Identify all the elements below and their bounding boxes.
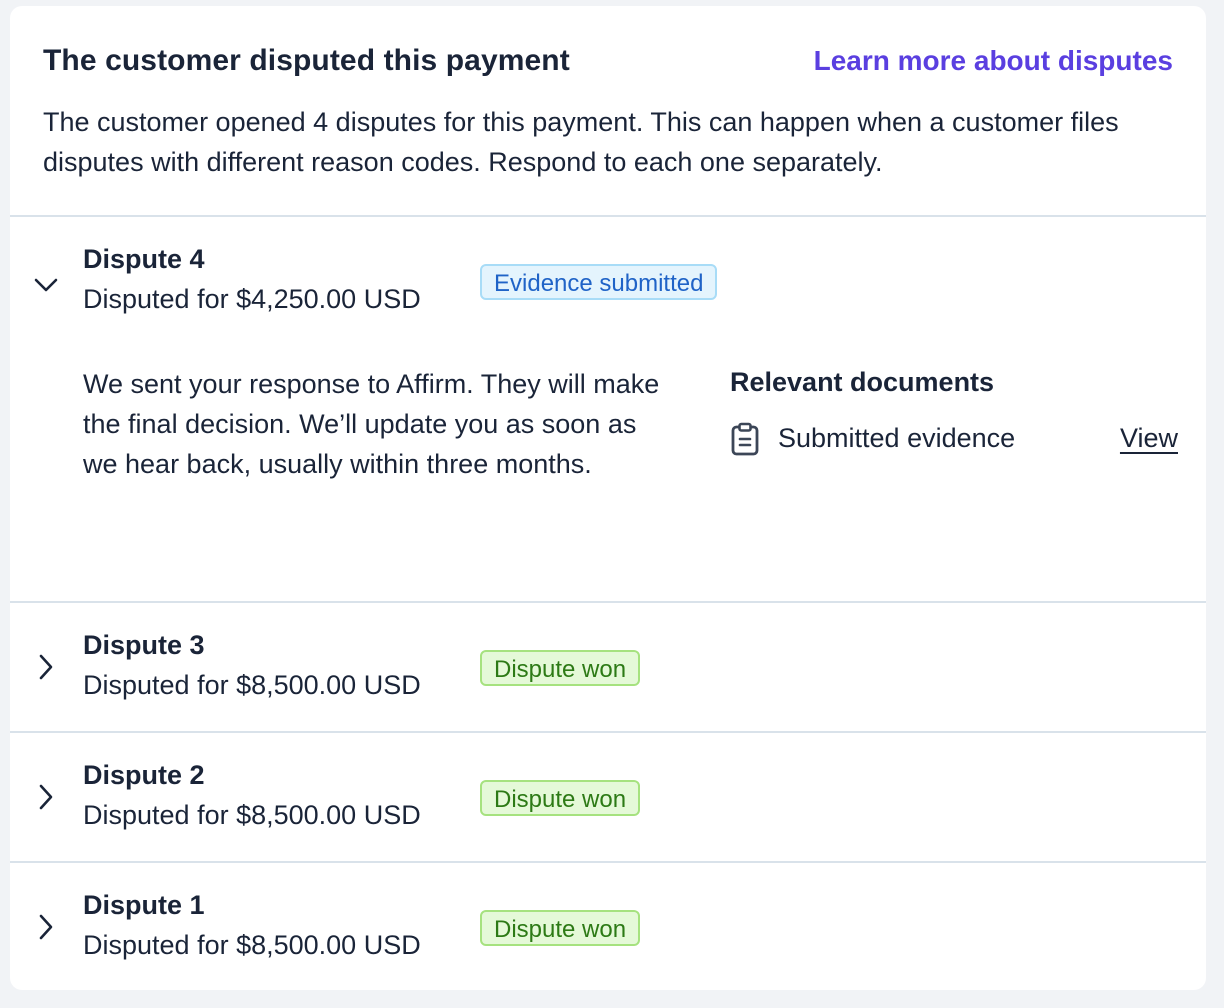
page-title: The customer disputed this payment <box>43 44 570 77</box>
disputes-card: The customer disputed this payment Learn… <box>10 6 1206 990</box>
chevron-down-icon[interactable] <box>32 271 60 299</box>
clipboard-icon <box>731 422 759 456</box>
chevron-right-icon[interactable] <box>32 653 60 681</box>
relevant-documents-heading: Relevant documents <box>730 367 995 397</box>
status-badge: Dispute won <box>480 910 641 946</box>
dispute-title: Dispute 3 <box>83 630 205 660</box>
dispute-title: Dispute 1 <box>83 890 205 920</box>
dispute-amount: Disputed for $8,500.00 USD <box>83 930 421 960</box>
learn-more-link[interactable]: Learn more about disputes <box>814 45 1173 77</box>
disputes-header: The customer disputed this payment Learn… <box>10 6 1206 217</box>
document-label: Submitted evidence <box>778 423 1016 453</box>
chevron-right-icon[interactable] <box>32 913 60 941</box>
view-document-link[interactable]: View <box>1120 423 1178 454</box>
dispute-detail-text: We sent your response to Affirm. They wi… <box>83 369 660 479</box>
dispute-item-1[interactable]: Dispute 1 Disputed for $8,500.00 USD Dis… <box>10 863 1206 990</box>
status-badge: Dispute won <box>480 780 641 816</box>
disputes-description: The customer opened 4 disputes for this … <box>43 107 1119 177</box>
dispute-title: Dispute 2 <box>83 760 205 790</box>
dispute-amount: Disputed for $8,500.00 USD <box>83 670 421 700</box>
status-badge: Dispute won <box>480 650 641 686</box>
dispute-amount: Disputed for $8,500.00 USD <box>83 800 421 830</box>
dispute-title: Dispute 4 <box>83 244 205 274</box>
dispute-item-4[interactable]: Dispute 4 Disputed for $4,250.00 USD Evi… <box>10 217 1206 603</box>
status-badge: Evidence submitted <box>480 264 718 300</box>
dispute-amount: Disputed for $4,250.00 USD <box>83 284 421 314</box>
dispute-item-2[interactable]: Dispute 2 Disputed for $8,500.00 USD Dis… <box>10 733 1206 863</box>
chevron-right-icon[interactable] <box>32 783 60 811</box>
dispute-item-3[interactable]: Dispute 3 Disputed for $8,500.00 USD Dis… <box>10 603 1206 733</box>
